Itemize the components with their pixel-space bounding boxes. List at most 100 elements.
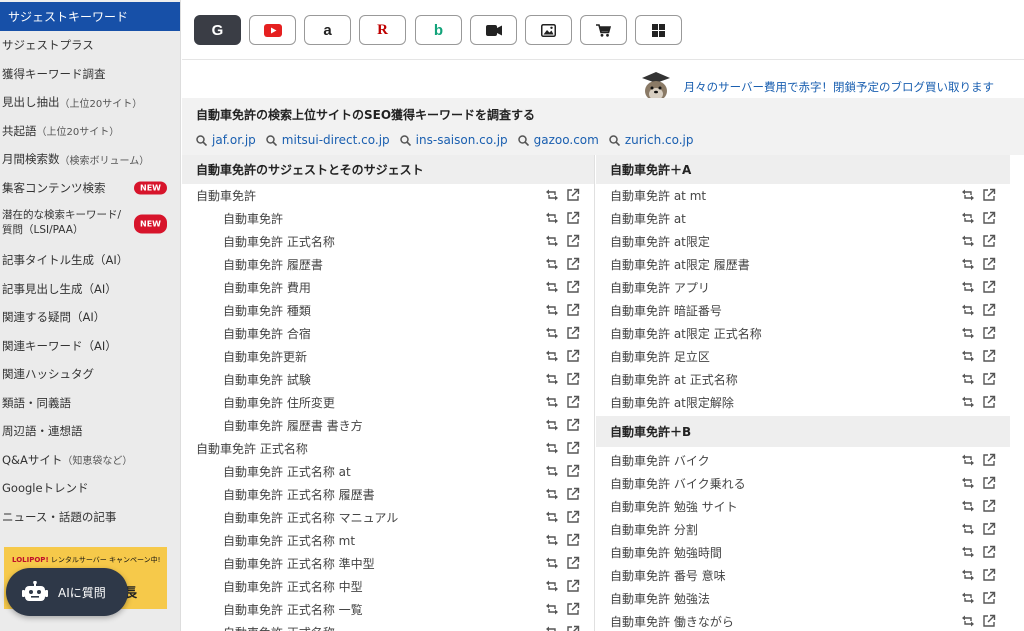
external-link-icon[interactable] [566, 257, 580, 271]
keyword-text[interactable]: 自動車免許 at mt [596, 187, 706, 204]
repeat-icon[interactable] [545, 533, 559, 547]
external-link-icon[interactable] [982, 476, 996, 490]
repeat-icon[interactable] [545, 211, 559, 225]
image-search-button[interactable] [525, 15, 572, 45]
external-link-icon[interactable] [982, 591, 996, 605]
external-link-icon[interactable] [566, 234, 580, 248]
repeat-icon[interactable] [545, 326, 559, 340]
external-link-icon[interactable] [566, 533, 580, 547]
keyword-row[interactable]: 自動車免許 アプリ [596, 276, 1010, 299]
keyword-row[interactable]: 自動車免許 正式名称 準中型 [182, 552, 594, 575]
repeat-icon[interactable] [545, 625, 559, 631]
repeat-icon[interactable] [961, 453, 975, 467]
external-link-icon[interactable] [566, 556, 580, 570]
repeat-icon[interactable] [961, 476, 975, 490]
external-link-icon[interactable] [982, 499, 996, 513]
amazon-button[interactable]: a [304, 15, 351, 45]
external-link-icon[interactable] [566, 349, 580, 363]
external-link-icon[interactable] [566, 303, 580, 317]
external-link-icon[interactable] [566, 602, 580, 616]
keyword-text[interactable]: 自動車免許 正式名称 中型 [182, 578, 363, 595]
keyword-row[interactable]: 自動車免許 働きながら [596, 610, 1010, 631]
site-link[interactable]: mitsui-direct.co.jp [266, 133, 390, 147]
keyword-row[interactable]: 自動車免許 正式名称 ... [182, 621, 594, 631]
keyword-row[interactable]: 自動車免許 勉強 サイト [596, 495, 1010, 518]
keyword-row[interactable]: 自動車免許 at限定 履歴書 [596, 253, 1010, 276]
external-link-icon[interactable] [982, 188, 996, 202]
keyword-row[interactable]: 自動車免許 at限定解除 [596, 391, 1010, 414]
repeat-icon[interactable] [545, 510, 559, 524]
keyword-row[interactable]: 自動車免許 正式名称 履歴書 [182, 483, 594, 506]
external-link-icon[interactable] [566, 395, 580, 409]
repeat-icon[interactable] [961, 614, 975, 628]
sidebar-item-synonyms[interactable]: 類語・同義語 [0, 389, 180, 418]
repeat-icon[interactable] [961, 395, 975, 409]
keyword-row[interactable]: 自動車免許 at限定 [596, 230, 1010, 253]
keyword-text[interactable]: 自動車免許 at 正式名称 [596, 371, 738, 388]
keyword-row[interactable]: 自動車免許 住所変更 [182, 391, 594, 414]
keyword-text[interactable]: 自動車免許 正式名称 マニュアル [182, 509, 398, 526]
repeat-icon[interactable] [545, 602, 559, 616]
keyword-row[interactable]: 自動車免許 正式名称 mt [182, 529, 594, 552]
repeat-icon[interactable] [961, 280, 975, 294]
keyword-row[interactable]: 自動車免許 [182, 207, 594, 230]
keyword-row[interactable]: 自動車免許 正式名称 一覧 [182, 598, 594, 621]
keyword-text[interactable]: 自動車免許 正式名称 ... [182, 624, 350, 631]
keyword-row[interactable]: 自動車免許 足立区 [596, 345, 1010, 368]
keyword-text[interactable]: 自動車免許 住所変更 [182, 394, 335, 411]
repeat-icon[interactable] [545, 464, 559, 478]
repeat-icon[interactable] [961, 499, 975, 513]
external-link-icon[interactable] [982, 545, 996, 559]
repeat-icon[interactable] [545, 280, 559, 294]
external-link-icon[interactable] [982, 453, 996, 467]
sidebar-item-acquired-keywords[interactable]: 獲得キーワード調査 [0, 60, 180, 89]
keyword-row[interactable]: 自動車免許 at 正式名称 [596, 368, 1010, 391]
keyword-text[interactable]: 自動車免許 バイク [596, 452, 710, 469]
sidebar-item-latent-keywords[interactable]: 潜在的な検索キーワード/質問（LSI/PAA） NEW [0, 202, 180, 246]
external-link-icon[interactable] [982, 568, 996, 582]
external-link-icon[interactable] [982, 614, 996, 628]
keyword-row[interactable]: 自動車免許 at限定 正式名称 [596, 322, 1010, 345]
sidebar-item-suggest-keyword[interactable]: サジェストキーワード [0, 0, 180, 31]
keyword-text[interactable]: 自動車免許 正式名称 at [182, 463, 351, 480]
sidebar-item-title-ai[interactable]: 記事タイトル生成（AI） [0, 246, 180, 275]
video-search-button[interactable] [470, 15, 517, 45]
keyword-text[interactable]: 自動車免許 正式名称 履歴書 [182, 486, 375, 503]
external-link-icon[interactable] [982, 234, 996, 248]
sidebar-item-heading-extract[interactable]: 見出し抽出 （上位20サイト） [0, 88, 180, 117]
site-link[interactable]: zurich.co.jp [609, 133, 694, 147]
external-link-icon[interactable] [982, 303, 996, 317]
keyword-text[interactable]: 自動車免許 正式名称 mt [182, 532, 355, 549]
keyword-text[interactable]: 自動車免許 履歴書 [182, 256, 323, 273]
keyword-text[interactable]: 自動車免許 at限定 [596, 233, 710, 250]
keyword-text[interactable]: 自動車免許 バイク乗れる [596, 475, 746, 492]
external-link-icon[interactable] [566, 372, 580, 386]
repeat-icon[interactable] [545, 372, 559, 386]
external-link-icon[interactable] [566, 464, 580, 478]
external-link-icon[interactable] [566, 326, 580, 340]
repeat-icon[interactable] [961, 303, 975, 317]
keyword-row[interactable]: 自動車免許 番号 意味 [596, 564, 1010, 587]
external-link-icon[interactable] [566, 280, 580, 294]
keyword-text[interactable]: 自動車免許 正式名称 準中型 [182, 555, 375, 572]
repeat-icon[interactable] [961, 234, 975, 248]
keyword-text[interactable]: 自動車免許 暗証番号 [596, 302, 722, 319]
external-link-icon[interactable] [566, 188, 580, 202]
keyword-text[interactable]: 自動車免許 at限定 正式名称 [596, 325, 762, 342]
external-link-icon[interactable] [566, 625, 580, 631]
keyword-row[interactable]: 自動車免許 費用 [182, 276, 594, 299]
repeat-icon[interactable] [961, 568, 975, 582]
external-link-icon[interactable] [566, 510, 580, 524]
external-link-icon[interactable] [982, 395, 996, 409]
sidebar-item-google-trends[interactable]: Googleトレンド [0, 474, 180, 503]
rakuten-button[interactable]: R [359, 15, 406, 45]
keyword-row[interactable]: 自動車免許 勉強法 [596, 587, 1010, 610]
repeat-icon[interactable] [545, 418, 559, 432]
external-link-icon[interactable] [566, 441, 580, 455]
keyword-text[interactable]: 自動車免許 種類 [182, 302, 311, 319]
keyword-row[interactable]: 自動車免許 バイク [596, 449, 1010, 472]
external-link-icon[interactable] [982, 326, 996, 340]
external-link-icon[interactable] [982, 280, 996, 294]
sidebar-item-news[interactable]: ニュース・話題の記事 [0, 503, 180, 532]
sidebar-item-suggest-plus[interactable]: サジェストプラス [0, 31, 180, 60]
